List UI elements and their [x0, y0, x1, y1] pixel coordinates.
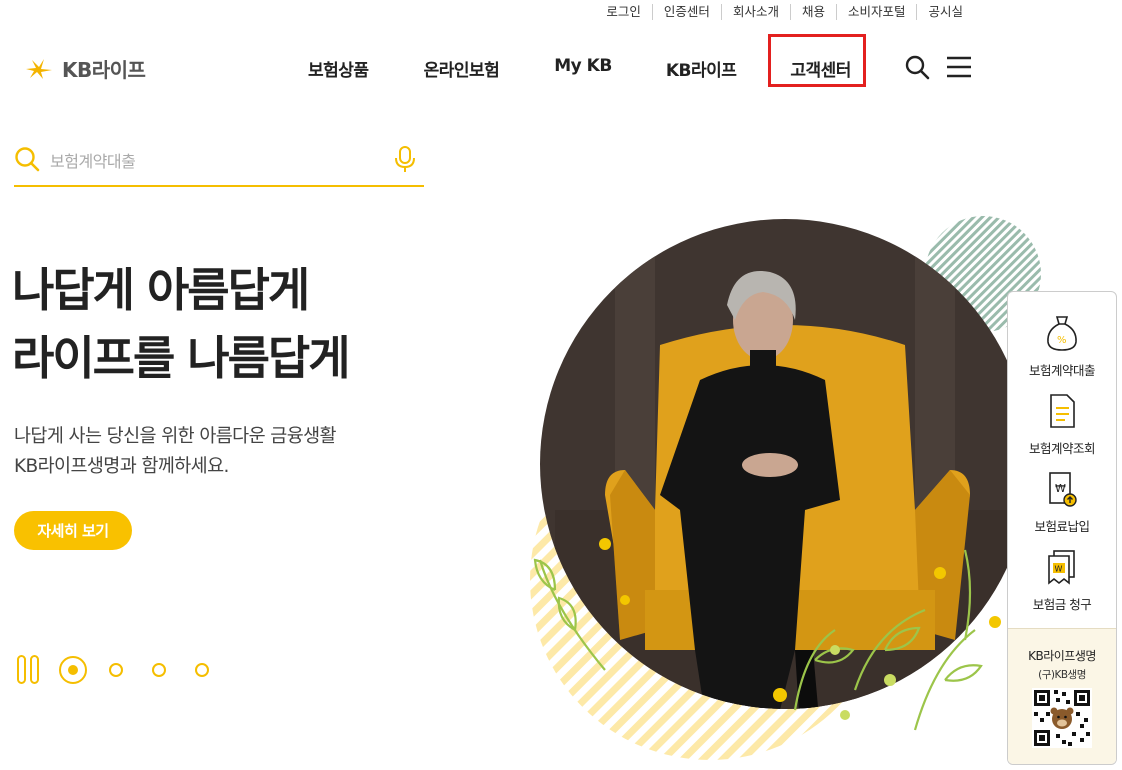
pause-icon[interactable]	[17, 655, 39, 684]
hero-title-line2: 라이프를 나름답게	[12, 331, 351, 385]
hero-visual	[530, 216, 1041, 760]
pager-dot-2[interactable]	[109, 663, 123, 677]
payment-icon: ₩	[1049, 472, 1077, 507]
util-link-cert-center[interactable]: 인증센터	[651, 4, 721, 20]
kb-life-logo[interactable]: KB라이프	[22, 54, 146, 83]
hero-title-line1: 나답게 아름답게	[12, 263, 310, 317]
quick-item-label: 보험금 청구	[1032, 597, 1092, 612]
util-link-company[interactable]: 회사소개	[720, 4, 790, 20]
svg-text:%: %	[1057, 335, 1067, 346]
search-placeholder: 보험계약대출	[50, 152, 136, 171]
util-link-consumer-portal[interactable]: 소비자포털	[835, 4, 917, 20]
pager-dot-3[interactable]	[152, 663, 166, 677]
quick-menu: % 보험계약대출 보험계약조회 ₩ 보험료납입 W 보험금 청구 KB라이프생명…	[1007, 291, 1117, 765]
quick-item-label: 보험계약대출	[1028, 363, 1096, 378]
quick-brand-former-name: (구)KB생명	[1038, 669, 1086, 681]
menu-icon[interactable]	[946, 54, 972, 80]
microphone-icon[interactable]	[394, 145, 416, 173]
quick-item-label: 보험계약조회	[1028, 441, 1096, 456]
view-details-button[interactable]: 자세히 보기	[14, 511, 132, 550]
qr-code-icon[interactable]	[1032, 688, 1092, 748]
claim-receipt-icon: W	[1048, 550, 1075, 585]
hero-subtitle: 나답게 사는 당신을 위한 아름다운 금융생활 KB라이프생명과 함께하세요.	[14, 422, 337, 482]
quick-item-label: 보험료납입	[1034, 519, 1090, 534]
customer-center-highlight-box	[768, 34, 866, 87]
search-icon	[15, 147, 40, 172]
slide-pager	[17, 655, 209, 684]
nav-my-kb[interactable]: My KB	[554, 52, 612, 85]
quick-item-claim[interactable]: W 보험금 청구	[1008, 548, 1116, 613]
search-box[interactable]: 보험계약대출	[14, 138, 424, 187]
util-link-recruit[interactable]: 채용	[789, 4, 836, 20]
utility-nav: 로그인 인증센터 회사소개 채용 소비자포털 공시실	[595, 4, 974, 20]
quick-item-premium-payment[interactable]: ₩ 보험료납입	[1008, 470, 1116, 535]
quick-brand-panel: KB라이프생명 (구)KB생명	[1008, 628, 1116, 764]
nav-online-insurance[interactable]: 온라인보험	[424, 52, 500, 85]
nav-insurance-products[interactable]: 보험상품	[308, 52, 369, 85]
search-icon[interactable]	[904, 54, 930, 80]
money-bag-icon: %	[1047, 316, 1077, 351]
svg-text:W: W	[1055, 565, 1063, 574]
document-icon	[1050, 394, 1075, 428]
pager-dot-4[interactable]	[195, 663, 209, 677]
nav-kb-life[interactable]: KB라이프	[666, 52, 737, 85]
kb-star-logo-icon	[26, 58, 52, 79]
logo-text: KB라이프	[62, 58, 146, 82]
quick-brand-name: KB라이프생명	[1028, 649, 1096, 663]
pager-dot-active[interactable]	[59, 656, 87, 684]
util-link-disclosure[interactable]: 공시실	[916, 4, 974, 20]
hero-subtitle-line2: KB라이프생명과 함께하세요.	[14, 456, 229, 477]
hero-subtitle-line1: 나답게 사는 당신을 위한 아름다운 금융생활	[14, 426, 337, 447]
util-link-login[interactable]: 로그인	[595, 4, 652, 20]
quick-item-policy-loan[interactable]: % 보험계약대출	[1008, 314, 1116, 379]
quick-item-policy-inquiry[interactable]: 보험계약조회	[1008, 392, 1116, 457]
svg-text:₩: ₩	[1055, 482, 1066, 495]
hero-title: 나답게 아름답게 라이프를 나름답게	[12, 256, 351, 392]
